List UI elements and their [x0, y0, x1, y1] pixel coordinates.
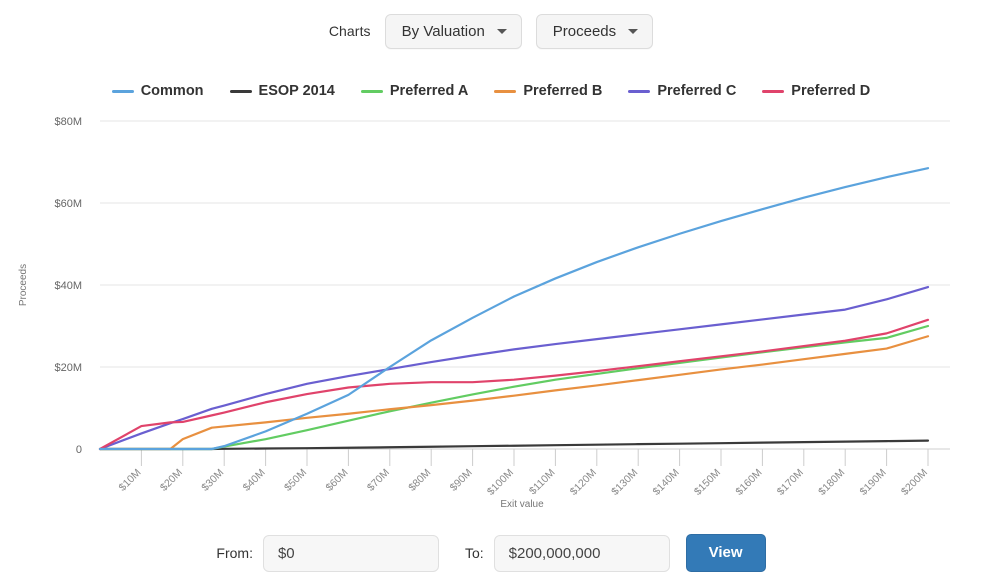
proceeds-dropdown[interactable]: Proceeds	[535, 13, 654, 49]
legend-item-label: Preferred D	[791, 83, 871, 99]
series-line-common	[98, 167, 930, 451]
y-axis-title: Proceeds	[18, 264, 29, 306]
x-axis-tick-label: $10M	[116, 467, 143, 494]
x-axis-tick-label: $30M	[199, 467, 226, 494]
x-axis-tick-label: $50M	[282, 467, 309, 494]
series-line-esop-2014	[98, 439, 930, 451]
range-controls: From: To: View	[0, 524, 982, 582]
from-label: From:	[216, 545, 253, 561]
x-axis-tick-label: $70M	[365, 467, 392, 494]
x-axis-tick-label: $200M	[899, 467, 930, 498]
legend-item-preferred-d[interactable]: Preferred D	[762, 83, 870, 99]
legend-swatch-icon	[494, 89, 517, 93]
to-label: To:	[464, 545, 484, 561]
to-input[interactable]	[493, 534, 670, 572]
proceeds-dropdown-label: Proceeds	[552, 22, 617, 40]
x-axis-tick-label: $170M	[775, 467, 806, 498]
x-axis-tick-label: $60M	[323, 467, 350, 494]
y-axis-tick-label: $20M	[54, 362, 82, 374]
legend-item-label: Common	[140, 83, 204, 99]
legend-item-preferred-b[interactable]: Preferred B	[494, 83, 602, 99]
series-line-preferred-b	[98, 335, 930, 451]
legend-item-preferred-a[interactable]: Preferred A	[360, 83, 469, 99]
x-axis-tick-label: $190M	[858, 467, 889, 498]
x-axis-tick-label: $80M	[406, 467, 433, 494]
y-axis-tick-label: 0	[76, 444, 82, 456]
from-input[interactable]	[262, 534, 439, 572]
y-axis-tick-label: $60M	[54, 198, 82, 210]
chart-canvas: 0 $20M $40M $60M $80M $10M $20M $30M $40M $50M $60…	[18, 116, 950, 510]
legend-swatch-icon	[762, 89, 785, 93]
chart-legend: Common ESOP 2014 Preferred A Preferred B Pre…	[0, 78, 982, 104]
x-axis-tick-label: $20M	[158, 467, 185, 494]
charts-label: Charts	[328, 23, 371, 39]
legend-item-label: Preferred C	[657, 83, 737, 99]
legend-swatch-icon	[229, 89, 252, 93]
legend-item-esop-2014[interactable]: ESOP 2014	[229, 83, 335, 99]
by-valuation-dropdown-label: By Valuation	[401, 22, 485, 40]
legend-swatch-icon	[628, 89, 651, 93]
x-axis-tick-label: $120M	[568, 467, 599, 498]
y-axis-tick-label: $80M	[54, 116, 82, 128]
legend-item-label: ESOP 2014	[258, 83, 335, 99]
x-axis-tick-label: $150M	[692, 467, 723, 498]
x-axis-tick-label: $140M	[651, 467, 682, 498]
x-axis-tick-label: $130M	[609, 467, 640, 498]
chevron-down-icon	[496, 28, 507, 34]
x-axis-tick-label: $90M	[448, 467, 475, 494]
x-axis-tick-label: $40M	[241, 467, 268, 494]
proceeds-chart: 0 $20M $40M $60M $80M $10M $20M $30M $40M $50M $60…	[0, 104, 982, 519]
legend-item-label: Preferred A	[389, 83, 469, 99]
y-axis-tick-label: $40M	[54, 280, 82, 292]
x-axis-title: Exit value	[500, 499, 544, 510]
legend-item-preferred-c[interactable]: Preferred C	[628, 83, 736, 99]
legend-swatch-icon	[111, 89, 134, 93]
x-axis-tick-label: $160M	[733, 467, 764, 498]
legend-item-label: Preferred B	[523, 83, 603, 99]
legend-item-common[interactable]: Common	[111, 83, 204, 99]
charts-toolbar: Charts By Valuation Proceeds	[0, 0, 982, 62]
view-button[interactable]: View	[685, 533, 766, 573]
x-axis-tick-label: $180M	[816, 467, 847, 498]
chevron-down-icon	[628, 28, 639, 34]
series-line-preferred-d	[98, 318, 930, 451]
x-axis-tick-label: $110M	[527, 467, 558, 498]
by-valuation-dropdown[interactable]: By Valuation	[384, 13, 522, 49]
x-axis-tick-label: $100M	[485, 467, 516, 498]
series-line-preferred-a	[98, 324, 930, 451]
legend-swatch-icon	[360, 89, 383, 93]
series-line-preferred-c	[98, 285, 930, 451]
